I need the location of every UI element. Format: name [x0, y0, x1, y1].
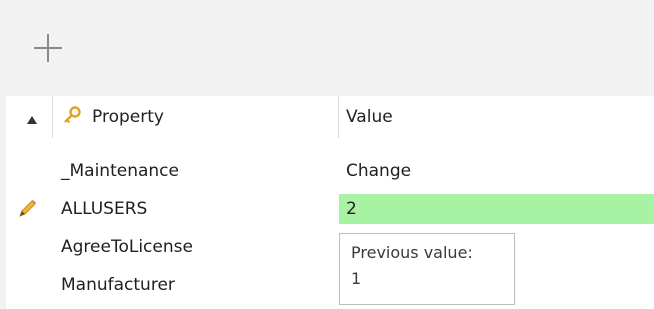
property-name: Manufacturer: [61, 275, 175, 295]
sort-ascending-icon: [26, 110, 38, 129]
toolbar: [0, 0, 654, 96]
column-header-property[interactable]: Property: [62, 96, 332, 138]
pencil-icon: [16, 198, 38, 220]
property-value[interactable]: Change: [339, 156, 654, 186]
table-row[interactable]: ALLUSERS 2: [6, 190, 654, 228]
tooltip-previous-value: 1: [351, 269, 362, 288]
sort-column-header[interactable]: [6, 96, 52, 138]
grid-header: Property Value: [6, 96, 654, 138]
column-header-value-label: Value: [346, 107, 393, 127]
property-name: AgreeToLicense: [61, 237, 193, 257]
property-name: _Maintenance: [61, 161, 179, 181]
column-header-property-label: Property: [92, 107, 164, 127]
column-divider[interactable]: [338, 96, 339, 138]
add-property-button[interactable]: [30, 30, 66, 66]
property-list: _Maintenance Change ALLUSERS 2 AgreeToLi…: [6, 152, 654, 304]
column-divider[interactable]: [52, 96, 53, 138]
column-header-value[interactable]: Value: [346, 96, 646, 138]
plus-icon: [30, 30, 66, 66]
table-row[interactable]: Manufacturer: [6, 266, 654, 304]
property-value[interactable]: 2: [339, 194, 654, 224]
tooltip-label: Previous value:: [351, 243, 473, 262]
previous-value-tooltip: Previous value: 1: [339, 233, 515, 305]
table-row[interactable]: AgreeToLicense: [6, 228, 654, 266]
table-row[interactable]: _Maintenance Change: [6, 152, 654, 190]
key-icon: [62, 105, 82, 129]
property-name: ALLUSERS: [61, 199, 148, 219]
